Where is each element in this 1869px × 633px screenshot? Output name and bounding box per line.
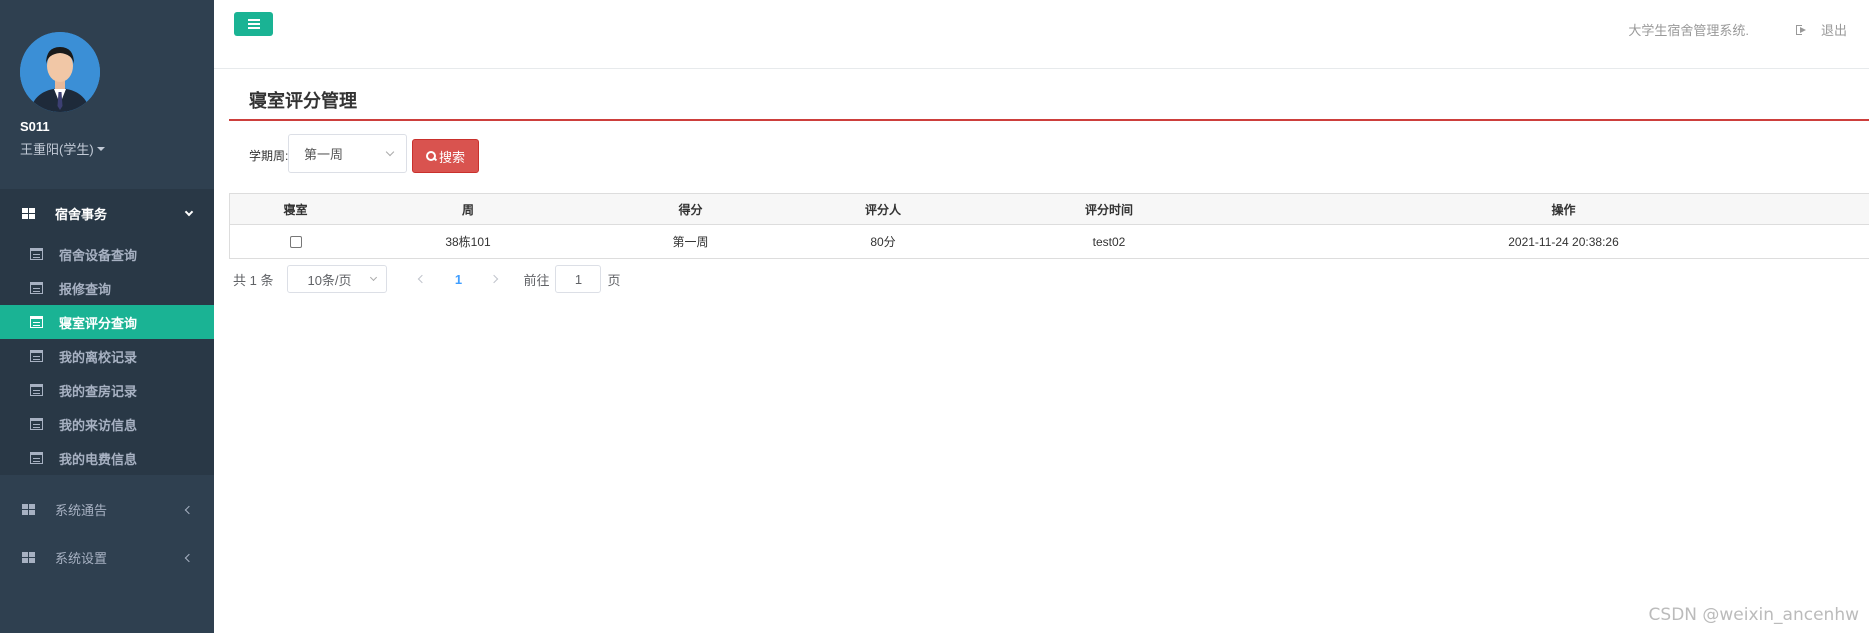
calendar-icon <box>30 452 43 464</box>
title-divider <box>229 119 1869 121</box>
logout-label: 退出 <box>1820 23 1847 38</box>
menu-group-head-dorm-affairs[interactable]: 宿舍事务 <box>0 189 214 237</box>
column-header[interactable]: 评分时间 <box>960 194 1258 224</box>
sidebar-toggle-button[interactable] <box>234 12 273 36</box>
menu-group-label: 系统通告 <box>55 502 108 518</box>
avatar-photo <box>20 32 100 112</box>
chevron-down-icon <box>184 207 194 217</box>
avatar[interactable] <box>20 32 100 112</box>
sidebar-item-electricity-info[interactable]: 我的电费信息 <box>0 441 214 475</box>
sidebar: S011 王重阳(学生) 宿舍事务 宿舍设备查询 报修查询 寝室评分查询 我的离… <box>0 0 214 633</box>
menu-bar-icon <box>247 23 260 25</box>
row-select-cell <box>230 225 361 258</box>
calendar-icon <box>30 418 43 430</box>
sidebar-item-dorm-equipment[interactable]: 宿舍设备查询 <box>0 237 214 271</box>
menu-group-system-settings[interactable]: 系统设置 <box>0 533 214 581</box>
chevron-down-icon <box>385 147 395 157</box>
calendar-icon <box>30 350 43 362</box>
table-header: 寝室 周 得分 评分人 评分时间 操作 <box>230 194 1869 225</box>
calendar-icon <box>30 316 43 328</box>
sidebar-item-visitor-info[interactable]: 我的来访信息 <box>0 407 214 441</box>
profile-panel: S011 王重阳(学生) <box>0 0 214 189</box>
chevron-down-icon <box>370 273 378 282</box>
sidebar-item-label: 我的查房记录 <box>59 383 138 399</box>
sidebar-item-label: 我的离校记录 <box>59 349 138 365</box>
menu-group-dorm-affairs: 宿舍事务 宿舍设备查询 报修查询 寝室评分查询 我的离校记录 我的查房记录 我的… <box>0 189 214 475</box>
user-name: 王重阳(学生) <box>20 142 94 157</box>
menu-group-label: 系统设置 <box>55 550 108 566</box>
column-header[interactable]: 操作 <box>1258 194 1869 224</box>
grid-icon <box>22 503 35 515</box>
row-checkbox[interactable] <box>289 235 302 248</box>
grid-icon <box>22 551 35 563</box>
goto-label: 前往 <box>523 272 550 288</box>
menu-group-label: 宿舍事务 <box>55 206 108 222</box>
search-button[interactable]: 搜索 <box>412 139 479 173</box>
score-table: 寝室 周 得分 评分人 评分时间 操作 38栋101 第一周 80分 test0… <box>229 193 1869 259</box>
column-header[interactable]: 周 <box>361 194 575 224</box>
chevron-left-icon <box>184 505 194 515</box>
table-cell: 第一周 <box>672 235 709 249</box>
search-button-label: 搜索 <box>438 149 465 165</box>
search-icon <box>425 151 436 161</box>
column-header[interactable]: 评分人 <box>806 194 960 224</box>
chevron-left-icon <box>184 553 194 563</box>
sidebar-item-label: 我的电费信息 <box>59 451 138 467</box>
table-cell: 80分 <box>870 235 896 249</box>
week-select-value: 第一周 <box>304 147 344 162</box>
sidebar-item-label: 报修查询 <box>59 281 112 297</box>
caret-down-icon <box>96 146 105 151</box>
calendar-icon <box>30 384 43 396</box>
page-size-select[interactable]: 10条/页 <box>287 265 388 293</box>
page-size-value: 10条/页 <box>307 272 352 288</box>
grid-icon <box>22 207 35 219</box>
page-number-current[interactable]: 1 <box>443 272 473 287</box>
next-page-button[interactable] <box>479 265 509 293</box>
menu-group-system-notice[interactable]: 系统通告 <box>0 485 214 533</box>
menu-bar-icon <box>247 19 260 21</box>
goto-page-input[interactable] <box>555 265 602 293</box>
sidebar-item-dorm-score[interactable]: 寝室评分查询 <box>0 305 214 339</box>
table-row: 38栋101 第一周 80分 test02 2021-11-24 20:38:2… <box>230 225 1869 258</box>
sidebar-item-repair-query[interactable]: 报修查询 <box>0 271 214 305</box>
sidebar-item-label: 寝室评分查询 <box>59 315 138 331</box>
week-filter-label: 学期周: <box>249 149 289 163</box>
table-cell: test02 <box>1092 234 1126 249</box>
logout-link[interactable]: 退出 <box>1795 20 1847 39</box>
calendar-icon <box>30 248 43 260</box>
sign-out-icon <box>1795 24 1807 35</box>
user-menu-toggle[interactable]: 王重阳(学生) <box>20 139 105 158</box>
sidebar-item-leave-records[interactable]: 我的离校记录 <box>0 339 214 373</box>
week-select[interactable]: 第一周 <box>288 134 407 173</box>
pagination: 共 1 条 10条/页 1 前往 页 <box>233 265 621 293</box>
chevron-left-icon <box>418 274 427 284</box>
menu-bar-icon <box>247 27 260 29</box>
watermark: CSDN @weixin_ancenhw <box>1648 605 1859 625</box>
goto-unit: 页 <box>607 272 621 288</box>
system-name: 大学生宿舍管理系统. <box>1628 23 1749 38</box>
chevron-right-icon <box>490 274 499 284</box>
sidebar-item-label: 我的来访信息 <box>59 417 138 433</box>
calendar-icon <box>30 282 43 294</box>
table-cell: 2021-11-24 20:38:26 <box>1508 234 1619 249</box>
prev-page-button[interactable] <box>407 265 437 293</box>
column-header[interactable]: 得分 <box>575 194 806 224</box>
table-cell: 38栋101 <box>445 235 491 249</box>
column-header[interactable]: 寝室 <box>230 194 361 224</box>
pagination-total: 共 1 条 <box>233 272 274 288</box>
top-navbar: 大学生宿舍管理系统. 退出 <box>214 0 1869 69</box>
page-title: 寝室评分管理 <box>249 91 357 111</box>
sidebar-item-label: 宿舍设备查询 <box>59 247 138 263</box>
user-id: S011 <box>20 119 50 134</box>
sidebar-item-inspection-records[interactable]: 我的查房记录 <box>0 373 214 407</box>
